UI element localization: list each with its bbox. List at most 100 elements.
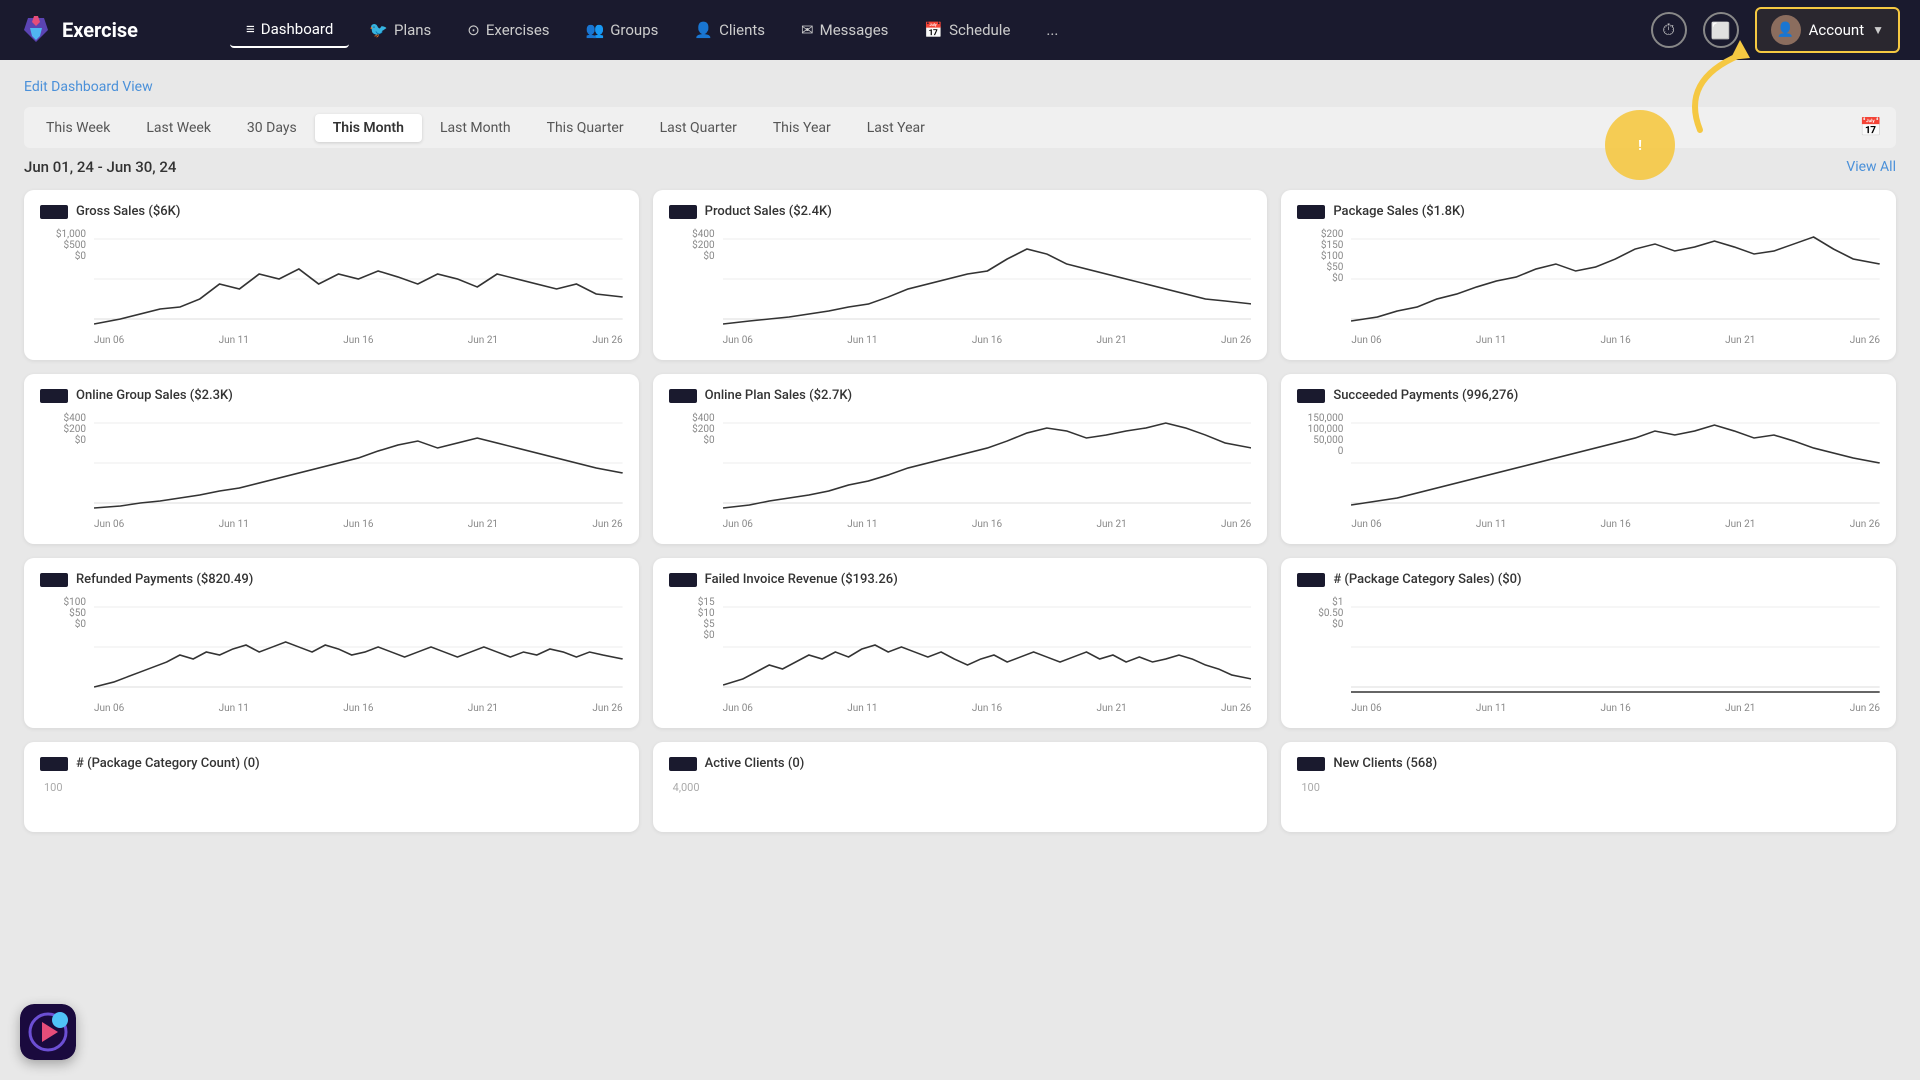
y-label: $50 [1326, 262, 1343, 273]
y-label: $100 [64, 597, 86, 608]
chart-y-labels: $400$200$0 [669, 413, 719, 446]
calendar-icon-btn[interactable]: 📅 [1850, 111, 1892, 144]
y-label: $150 [1321, 240, 1343, 251]
chart-title: Product Sales ($2.4K) [705, 204, 832, 219]
y-label: $0 [703, 630, 714, 641]
x-labels: Jun 06Jun 11Jun 16Jun 21Jun 26 [1351, 703, 1880, 714]
y-label: $1 [1332, 597, 1343, 608]
y-label: $0.50 [1318, 608, 1343, 619]
nav-exercises[interactable]: ⊙ Exercises [451, 13, 565, 47]
timer-icon-btn[interactable]: ⏱ [1651, 12, 1687, 48]
chart-card-new-clients: New Clients (568) 100 [1281, 742, 1896, 832]
x-label: Jun 21 [468, 335, 498, 346]
chart-card-refunded-payments: Refunded Payments ($820.49) $100$50$0 Ju… [24, 558, 639, 728]
edit-dashboard-link[interactable]: Edit Dashboard View [24, 79, 153, 95]
nav-messages[interactable]: ✉ Messages [785, 13, 904, 47]
tab-last-quarter[interactable]: Last Quarter [642, 114, 755, 142]
y-label: $0 [703, 435, 714, 446]
chart-title: # (Package Category Count) (0) [76, 756, 260, 771]
nav-dashboard[interactable]: ≡ Dashboard [230, 12, 349, 48]
y-label: $100 [1321, 251, 1343, 262]
nav-extras[interactable]: ... [1030, 13, 1074, 47]
tab-last-year[interactable]: Last Year [849, 114, 943, 142]
chart-title: Gross Sales ($6K) [76, 204, 180, 219]
tab-this-quarter[interactable]: This Quarter [529, 114, 642, 142]
app-logo-icon [20, 14, 52, 46]
x-label: Jun 26 [1850, 519, 1880, 530]
chart-svg [94, 413, 623, 513]
y-label: $400 [64, 413, 86, 424]
chart-y-labels: $1,000$500$0 [40, 229, 90, 262]
y-label: $0 [703, 251, 714, 262]
y-label: $200 [692, 424, 714, 435]
chart-title: Online Group Sales ($2.3K) [76, 388, 233, 403]
y-label: $15 [698, 597, 715, 608]
account-label: Account [1809, 21, 1865, 39]
chart-card-failed-invoice: Failed Invoice Revenue ($193.26) $15$10$… [653, 558, 1268, 728]
tab-this-month[interactable]: This Month [315, 114, 422, 142]
messages-icon: ✉ [801, 21, 814, 39]
tab-this-year[interactable]: This Year [755, 114, 849, 142]
x-label: Jun 11 [847, 519, 877, 530]
y-label: $200 [1321, 229, 1343, 240]
x-label: Jun 26 [1221, 703, 1251, 714]
logo-area[interactable]: Exercise [20, 14, 200, 46]
nav-groups[interactable]: 👥 Groups [570, 13, 675, 47]
tab-30-days[interactable]: 30 Days [229, 114, 315, 142]
chart-svg [723, 597, 1252, 697]
chart-y-top: 100 [40, 781, 623, 794]
tab-this-week[interactable]: This Week [28, 114, 128, 142]
nav-plans[interactable]: 🐦 Plans [353, 13, 447, 47]
x-label: Jun 21 [1725, 519, 1755, 530]
chart-plot-area: Jun 06Jun 11Jun 16Jun 21Jun 26 [1351, 413, 1880, 530]
tab-last-month[interactable]: Last Month [422, 114, 529, 142]
y-label: 100,000 [1308, 424, 1344, 435]
x-label: Jun 26 [592, 519, 622, 530]
chart-y-labels: $1$0.50$0 [1297, 597, 1347, 630]
main-content: Edit Dashboard View This Week Last Week … [0, 60, 1920, 848]
chart-svg [723, 229, 1252, 329]
chart-title: Failed Invoice Revenue ($193.26) [705, 572, 898, 587]
account-button[interactable]: 👤 Account ▼ [1755, 7, 1900, 53]
chart-card-package-sales: Package Sales ($1.8K) $200$150$100$50$0 … [1281, 190, 1896, 360]
x-label: Jun 06 [723, 703, 753, 714]
x-label: Jun 11 [1476, 703, 1506, 714]
chart-title: Succeeded Payments (996,276) [1333, 388, 1518, 403]
x-label: Jun 26 [1850, 703, 1880, 714]
chart-card-gross-sales: Gross Sales ($6K) $1,000$500$0 Jun 06 Jun… [24, 190, 639, 360]
y-label: $500 [64, 240, 86, 251]
chart-legend-block [40, 389, 68, 403]
x-label: Jun 11 [219, 335, 249, 346]
chart-card-succeeded-payments: Succeeded Payments (996,276) 150,000100,… [1281, 374, 1896, 544]
x-label: Jun 16 [343, 703, 373, 714]
x-label: Jun 11 [1476, 519, 1506, 530]
chart-header: Package Sales ($1.8K) [1297, 204, 1880, 219]
x-label: Jun 11 [219, 703, 249, 714]
chart-card-product-sales: Product Sales ($2.4K) $400$200$0 Jun 06J… [653, 190, 1268, 360]
chart-svg [94, 597, 623, 697]
nav-clients[interactable]: 👤 Clients [678, 13, 781, 47]
tab-last-week[interactable]: Last Week [128, 114, 229, 142]
x-label: Jun 16 [343, 519, 373, 530]
chart-header: Product Sales ($2.4K) [669, 204, 1252, 219]
floating-app-icon[interactable] [20, 1004, 76, 1060]
y-label: $0 [75, 251, 86, 262]
chart-header: New Clients (568) [1297, 756, 1880, 771]
window-icon-btn[interactable]: ⬜ [1703, 12, 1739, 48]
chart-legend-block [669, 389, 697, 403]
x-label: Jun 06 [94, 335, 124, 346]
nav-schedule[interactable]: 📅 Schedule [908, 13, 1026, 47]
chart-title: Refunded Payments ($820.49) [76, 572, 253, 587]
main-nav: ≡ Dashboard 🐦 Plans ⊙ Exercises 👥 Groups… [230, 12, 1621, 48]
chart-plot-area: Jun 06Jun 11Jun 16Jun 21Jun 26 [94, 229, 623, 346]
dashboard-icon: ≡ [246, 20, 255, 38]
view-all-link[interactable]: View All [1846, 159, 1896, 175]
x-label: Jun 26 [1221, 335, 1251, 346]
chart-legend-block [669, 573, 697, 587]
chart-header: Online Group Sales ($2.3K) [40, 388, 623, 403]
nav-right-area: ⏱ ⬜ 👤 Account ▼ [1651, 7, 1900, 53]
x-labels: Jun 06Jun 11Jun 16Jun 21Jun 26 [723, 703, 1252, 714]
x-label: Jun 21 [468, 703, 498, 714]
chart-y-top: 4,000 [669, 781, 1252, 794]
y-label: $0 [1332, 619, 1343, 630]
